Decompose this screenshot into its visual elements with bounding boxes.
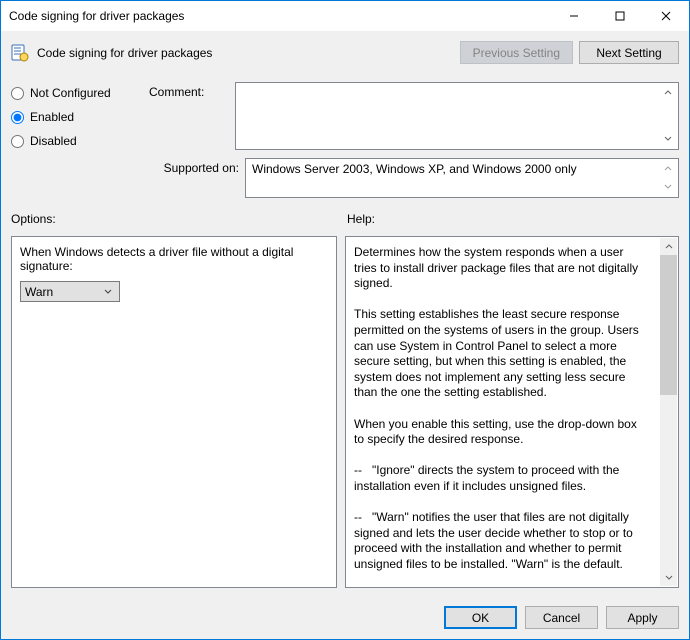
scrollbar-thumb[interactable] [660, 255, 677, 395]
section-labels: Options: Help: [1, 198, 689, 230]
radio-enabled-label: Enabled [30, 110, 74, 124]
signature-response-dropdown[interactable]: Warn [20, 281, 120, 302]
radio-disabled-input[interactable] [11, 135, 24, 148]
supported-label: Supported on: [149, 158, 239, 175]
scroll-down-icon[interactable] [660, 131, 676, 147]
apply-button[interactable]: Apply [606, 606, 679, 629]
dialog-footer: OK Cancel Apply [1, 596, 689, 639]
nav-buttons: Previous Setting Next Setting [460, 41, 679, 64]
comment-row: Comment: [149, 82, 679, 150]
radio-enabled-input[interactable] [11, 111, 24, 124]
close-button[interactable] [643, 1, 689, 31]
previous-setting-button: Previous Setting [460, 41, 573, 64]
cancel-button[interactable]: Cancel [525, 606, 598, 629]
supported-on-text: Windows Server 2003, Windows XP, and Win… [246, 159, 678, 179]
window-controls [551, 1, 689, 31]
comment-label: Comment: [149, 82, 229, 99]
options-panel: When Windows detects a driver file witho… [11, 236, 337, 588]
chevron-down-icon [100, 282, 116, 301]
scroll-up-icon[interactable] [660, 85, 676, 101]
options-section-label: Options: [11, 212, 337, 226]
dropdown-value: Warn [25, 285, 53, 299]
help-section-label: Help: [347, 212, 679, 226]
form-fields: Comment: Supported on: [149, 82, 679, 198]
supported-row: Supported on: Windows Server 2003, Windo… [149, 158, 679, 198]
scroll-down-icon [660, 179, 676, 195]
maximize-button[interactable] [597, 1, 643, 31]
radio-enabled[interactable]: Enabled [11, 110, 131, 124]
comment-textarea[interactable] [235, 82, 679, 150]
policy-icon [11, 44, 29, 62]
header-row: Code signing for driver packages Previou… [1, 31, 689, 74]
top-form: Not Configured Enabled Disabled Comment: [1, 74, 689, 198]
header-title: Code signing for driver packages [37, 46, 460, 60]
radio-not-configured-label: Not Configured [30, 86, 111, 100]
state-radio-group: Not Configured Enabled Disabled [11, 82, 131, 198]
minimize-button[interactable] [551, 1, 597, 31]
dialog-window: Code signing for driver packages [0, 0, 690, 640]
help-panel: Determines how the system responds when … [345, 236, 679, 588]
radio-disabled-label: Disabled [30, 134, 77, 148]
supported-on-box: Windows Server 2003, Windows XP, and Win… [245, 158, 679, 198]
radio-disabled[interactable]: Disabled [11, 134, 131, 148]
window-title: Code signing for driver packages [9, 9, 551, 23]
next-setting-button[interactable]: Next Setting [579, 41, 679, 64]
ok-button[interactable]: OK [444, 606, 517, 629]
panels: When Windows detects a driver file witho… [1, 230, 689, 596]
content-area: Code signing for driver packages Previou… [1, 31, 689, 639]
help-text: Determines how the system responds when … [354, 245, 670, 579]
options-prompt: When Windows detects a driver file witho… [20, 245, 328, 273]
radio-not-configured[interactable]: Not Configured [11, 86, 131, 100]
scroll-up-icon[interactable] [660, 238, 677, 255]
help-scrollbar[interactable] [660, 238, 677, 586]
scroll-down-icon[interactable] [660, 569, 677, 586]
scroll-up-icon [660, 161, 676, 177]
titlebar[interactable]: Code signing for driver packages [1, 1, 689, 31]
radio-not-configured-input[interactable] [11, 87, 24, 100]
